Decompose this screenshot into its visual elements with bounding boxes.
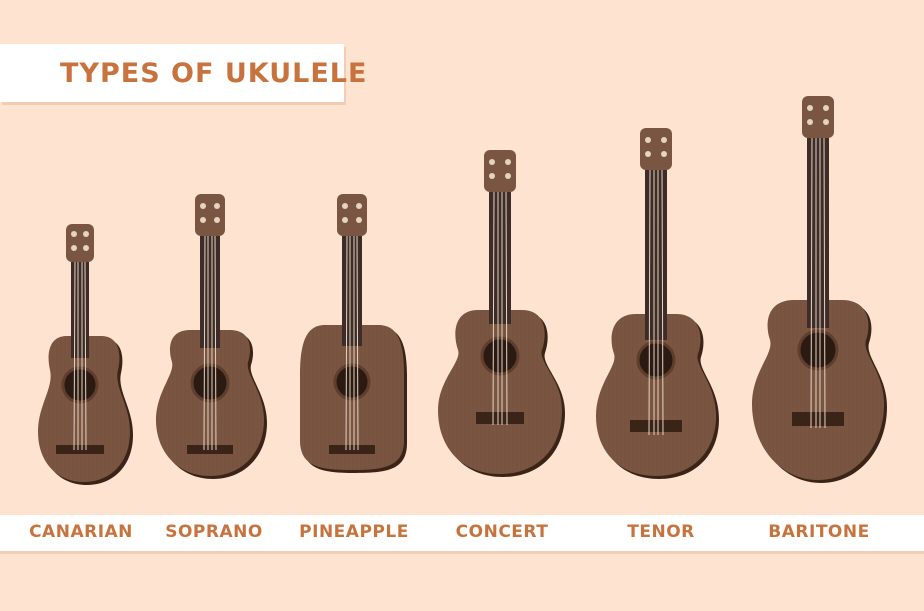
ukulele-pineapple (300, 194, 407, 473)
fretboard (342, 236, 362, 346)
fretboard (645, 170, 667, 340)
headstock (195, 194, 225, 236)
fretboard (489, 192, 511, 324)
label-tenor: TENOR (627, 522, 695, 542)
bridge (329, 445, 375, 454)
bridge (792, 412, 844, 426)
label-pineapple: PINEAPPLE (299, 522, 409, 542)
headstock (66, 224, 94, 262)
ukulele-soprano (156, 194, 267, 479)
bridge (187, 445, 233, 454)
ukulele-body (438, 310, 562, 474)
fretboard (807, 138, 829, 328)
bridge (56, 445, 104, 454)
ukulele-body (156, 330, 264, 476)
label-soprano: SOPRANO (165, 522, 263, 542)
headstock (640, 128, 672, 170)
headstock (802, 96, 834, 138)
label-concert: CONCERT (455, 522, 549, 542)
label-canarian: CANARIAN (29, 522, 133, 542)
label-baritone: BARITONE (768, 522, 870, 542)
headstock (337, 194, 367, 236)
ukulele-canarian (38, 224, 133, 485)
headstock (484, 150, 516, 192)
bridge (476, 412, 524, 424)
bridge (630, 420, 682, 432)
ukulele-baritone (752, 96, 887, 483)
fretboard (71, 262, 89, 358)
fretboard (200, 236, 220, 348)
ukulele-concert (438, 150, 565, 477)
ukulele-tenor (596, 128, 719, 479)
